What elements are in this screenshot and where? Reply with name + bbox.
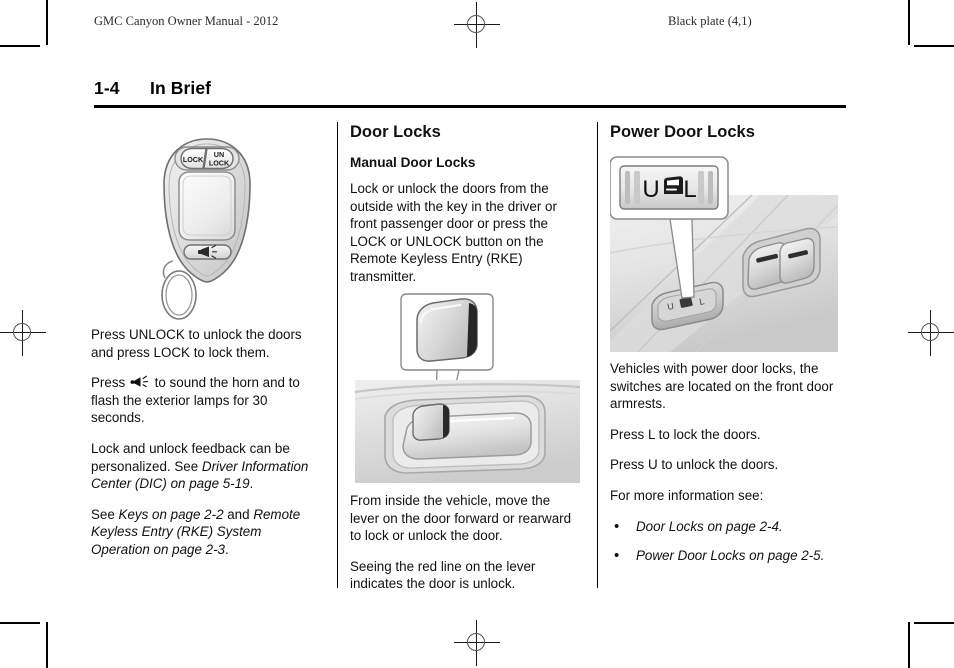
running-head-manual-title: GMC Canyon Owner Manual - 2012 [94,14,279,28]
page-header-rule [94,105,846,108]
bullet-glyph: • [614,547,620,565]
personalization-period: . [249,476,254,492]
paragraph-more-information: For more information see: [610,487,764,503]
paragraph-manual-door-locks: Lock or unlock the doors from the outsid… [350,181,557,284]
paragraph-press-unlock: Press UNLOCK to unlock the doors and pre… [91,327,302,360]
chapter-name: In Brief [150,78,212,98]
column-middle: Door Locks Manual Door Locks Lock or unl… [350,122,582,286]
paragraph-red-line: Seeing the red line on the lever indicat… [350,558,536,592]
keyfob-figure: LOCK UN LOCK [91,130,323,320]
door-panel-illustration [355,380,580,483]
crop-mark-bottom-right-vertical [908,622,910,668]
cross-reference-door-locks: Door Locks on page 2‑4. [636,518,783,534]
window-switch-right [779,237,815,284]
horn-icon [130,375,150,389]
subsection-heading-manual-door-locks: Manual Door Locks [350,155,476,170]
paragraph-press-horn: Press to sound the horn and to flash the… [91,374,323,427]
running-head-plate-info: Black plate (4,1) [668,14,752,28]
registration-mark-bottom [454,620,500,666]
crop-mark-top-right-horizontal [914,45,954,47]
door-lock-lever-red-line [443,405,449,438]
cross-reference-list: • Door Locks on page 2‑4. • Power Door L… [610,518,844,565]
column-left: Press UNLOCK to unlock the doors and pre… [91,326,323,559]
column-divider-left [337,122,339,588]
column-middle-lower: From inside the vehicle, move the lever … [350,492,582,593]
power-door-lock-figure: U L U L [610,155,838,352]
page-number: 1-4 [94,78,120,98]
registration-mark-right [908,310,954,356]
power-lock-callout-box: U L [610,156,729,220]
column-divider-right [597,122,599,588]
paragraph-power-locks-location: Vehicles with power door locks, the swit… [610,361,834,412]
crop-mark-bottom-left-vertical [46,622,48,668]
list-item[interactable]: • Power Door Locks on page 2‑5. [610,547,844,565]
paragraph-press-l: Press L to lock the doors. [610,426,761,442]
crop-mark-bottom-left-horizontal [0,622,40,624]
list-item[interactable]: • Door Locks on page 2‑4. [610,518,844,536]
section-heading-power-door-locks: Power Door Locks [610,123,755,141]
crop-mark-top-left-vertical [46,0,48,45]
keyfob-unlock-label-line2: LOCK [209,158,230,167]
keyfob-panel [178,171,236,241]
crop-mark-bottom-right-horizontal [914,622,954,624]
column-right: Power Door Locks [610,122,842,154]
keyfob-lock-label: LOCK [183,155,204,164]
lever-callout-box [400,293,494,371]
page-title: 1-4 In Brief [94,78,846,99]
registration-mark-top [454,2,500,48]
manual-door-lock-lever-figure [355,292,580,484]
cross-reference-power-door-locks: Power Door Locks on page 2‑5. [636,548,825,564]
callout-lock-label: L [683,176,696,203]
crop-mark-top-left-horizontal [0,45,40,47]
horn-paragraph-prefix: Press [91,375,129,391]
bullet-glyph: • [614,517,620,535]
door-lock-icon [664,176,683,194]
callout-unlock-label: U [642,176,659,203]
paragraph-press-u: Press U to unlock the doors. [610,457,779,473]
cross-reference-keys[interactable]: Keys on page 2‑2 [119,507,224,522]
see-period: . [225,541,229,557]
crop-mark-top-right-vertical [908,0,910,45]
paragraph-see-keys: See Keys on page 2‑2 and Remote Keyless … [91,506,323,559]
column-right-lower: Vehicles with power door locks, the swit… [610,360,844,577]
section-heading-door-locks: Door Locks [350,123,441,141]
see-prefix: See [91,506,119,522]
see-conjunction: and [223,506,254,522]
paragraph-personalization: Lock and unlock feedback can be personal… [91,440,323,493]
page-header: 1-4 In Brief [94,78,846,108]
registration-mark-left [0,310,46,356]
paragraph-lever-operation: From inside the vehicle, move the lever … [350,493,572,544]
